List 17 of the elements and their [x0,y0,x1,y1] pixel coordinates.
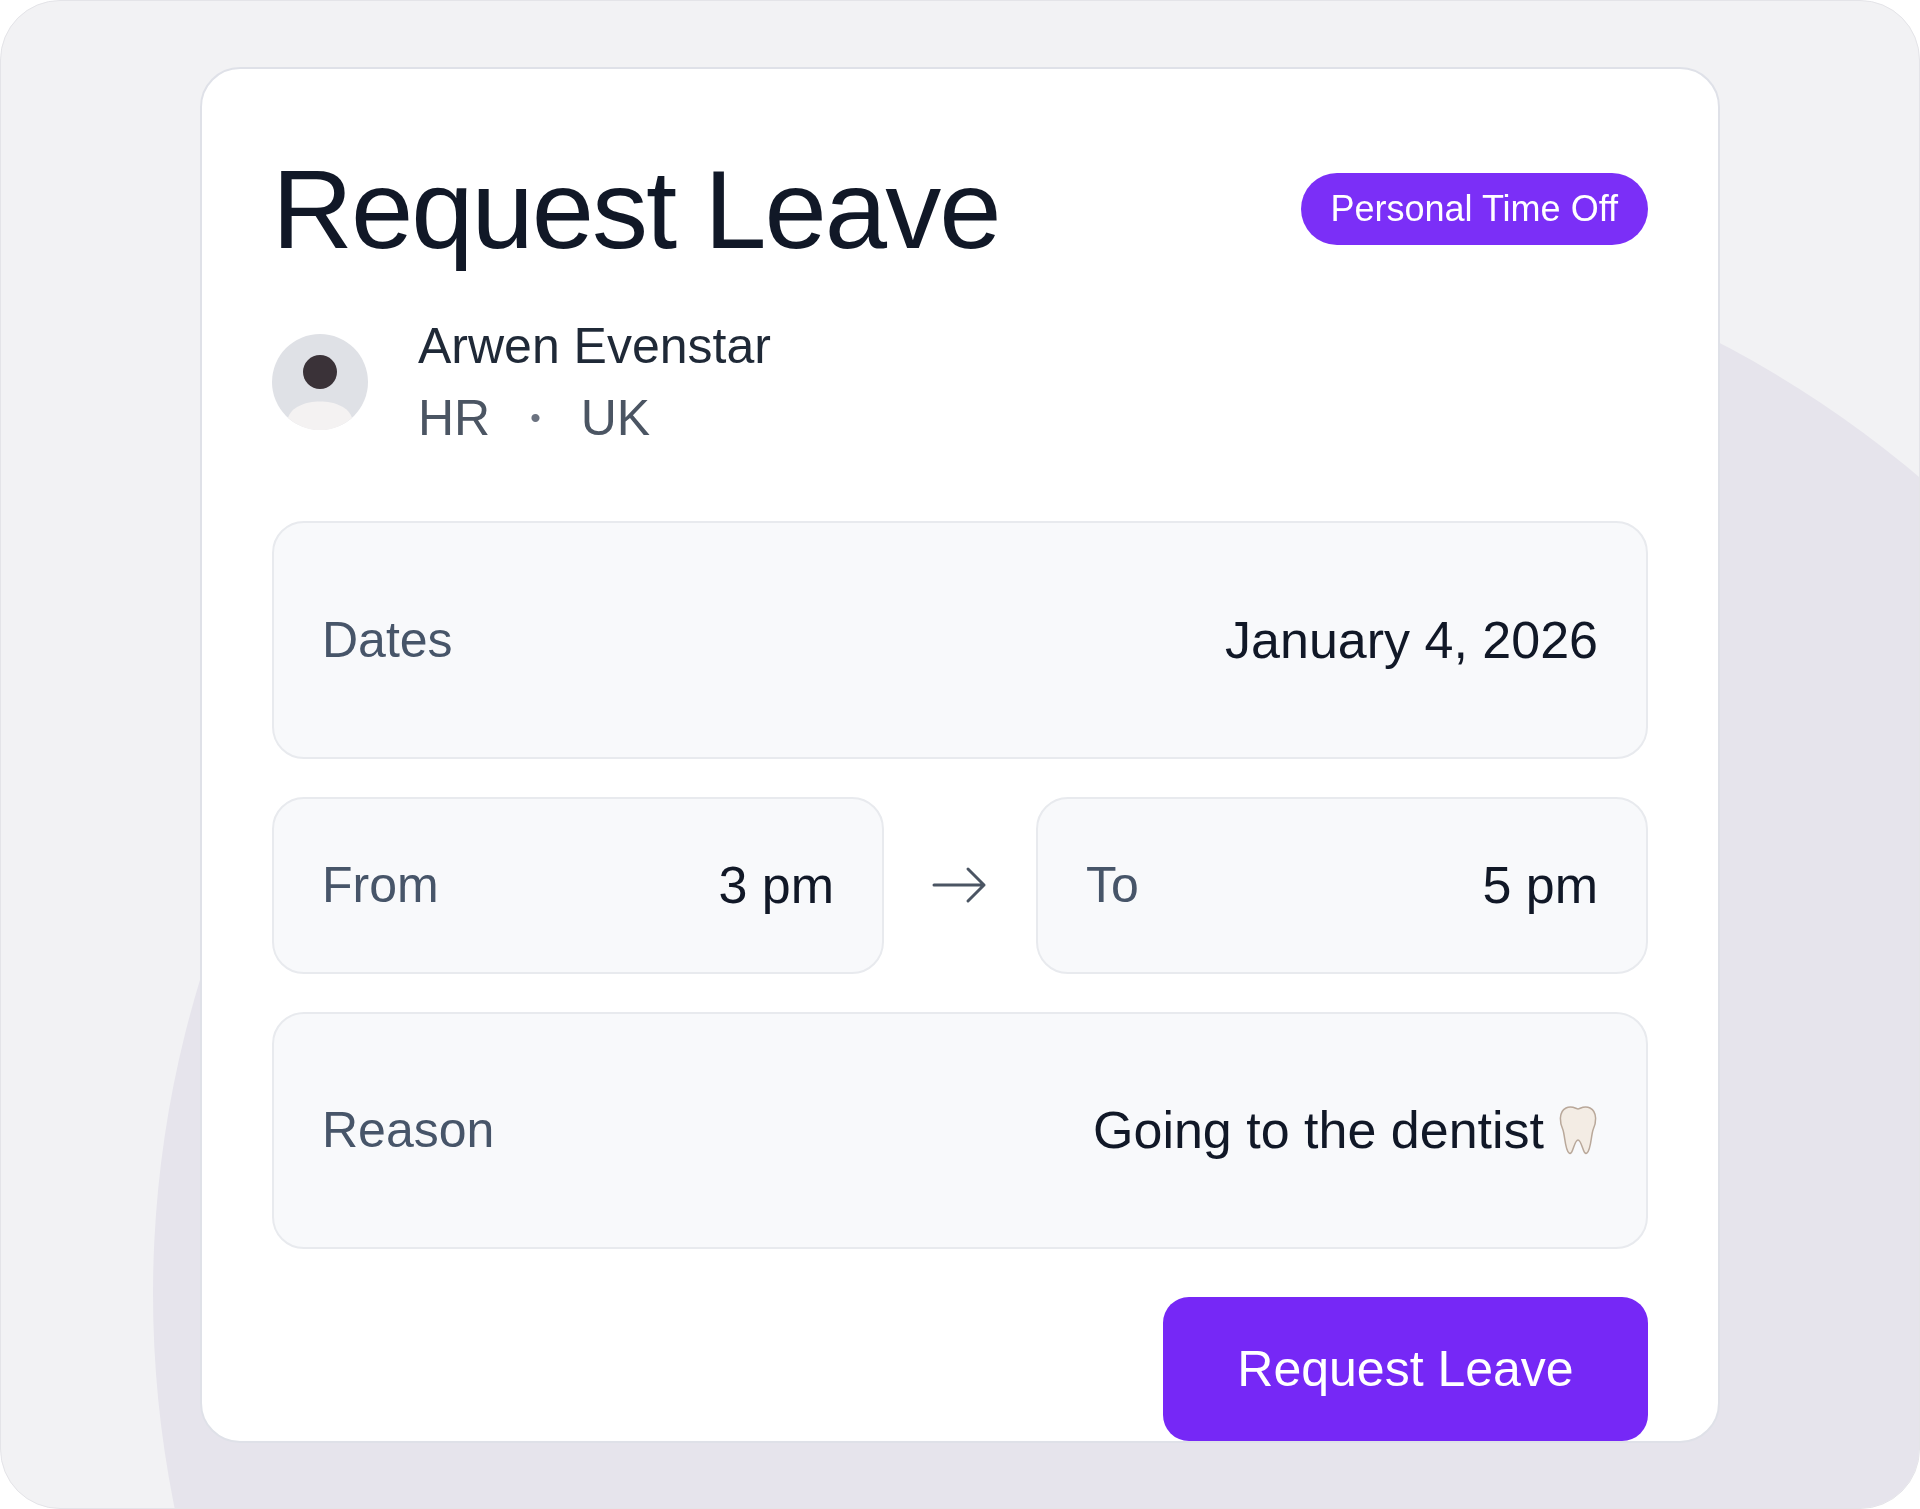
location-text: UK [580,389,651,447]
separator-dot: • [530,401,541,435]
dates-label: Dates [322,610,453,669]
to-label: To [1086,856,1139,914]
leave-type-badge: Personal Time Off [1300,173,1648,245]
reason-label: Reason [322,1101,495,1160]
reason-value: Going to the dentist [1093,1100,1544,1161]
department-text: HR [418,389,491,447]
page-title: Request Leave [272,145,1000,274]
from-value: 3 pm [718,855,834,915]
avatar-icon [272,334,368,430]
request-leave-button[interactable]: Request Leave [1163,1297,1648,1441]
from-label: From [322,856,439,914]
employee-name: Arwen Evenstar [418,317,771,375]
to-value: 5 pm [1482,855,1598,915]
dates-value: January 4, 2026 [1225,609,1598,670]
tooth-icon [1558,1104,1598,1157]
